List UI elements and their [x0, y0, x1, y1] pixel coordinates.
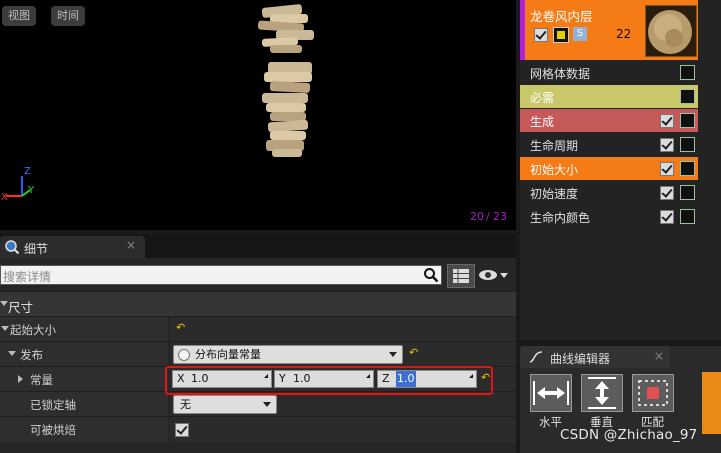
- fit-horizontal-button[interactable]: [530, 374, 572, 412]
- highlight-box: [165, 366, 493, 395]
- module-lifetime[interactable]: 生命周期: [520, 133, 698, 156]
- module-enabled-checkbox[interactable]: [660, 162, 674, 176]
- module-enabled-checkbox[interactable]: [660, 186, 674, 200]
- curve-graph-icon[interactable]: [680, 137, 695, 152]
- module-enabled-checkbox[interactable]: [660, 138, 674, 152]
- initial-size-row[interactable]: 起始大小 ↶: [0, 316, 516, 342]
- curve-graph-icon[interactable]: [680, 209, 695, 224]
- module-mesh-data[interactable]: 网格体数据: [520, 61, 698, 84]
- expand-icon[interactable]: [18, 375, 23, 383]
- curve-graph-icon[interactable]: [680, 185, 695, 200]
- curve-graph-icon[interactable]: [680, 113, 695, 128]
- can-bake-row[interactable]: 可被烘焙: [0, 416, 516, 442]
- emitter-color-stripe: [520, 0, 525, 60]
- fit-vertical-button[interactable]: [581, 374, 623, 412]
- time-button[interactable]: 时间: [51, 6, 85, 26]
- emitter-solo-icon[interactable]: [553, 27, 569, 43]
- module-color-over-life[interactable]: 生命内颜色: [520, 205, 698, 228]
- curve-graph-icon[interactable]: [680, 161, 695, 176]
- horizontal-fit-icon: [533, 381, 569, 405]
- emitter-enabled-checkbox[interactable]: [534, 28, 548, 42]
- curve-graph-icon[interactable]: [680, 89, 695, 104]
- fit-icon: [638, 380, 668, 406]
- vertical-fit-icon: [588, 377, 616, 409]
- tab-details[interactable]: 细节 ×: [0, 236, 145, 258]
- chevron-down-icon: [389, 352, 397, 357]
- collapse-icon[interactable]: [0, 301, 8, 306]
- locked-axes-value: 无: [180, 398, 191, 411]
- details-magnifier-icon: [5, 240, 20, 255]
- emitter-stack-panel: 龙卷风内层 S 22 网格体数据 必需 生成 生命周期 初始大小 初始速度 生命…: [520, 0, 721, 340]
- module-label: 生命内颜色: [530, 211, 591, 225]
- particle-total: 23: [493, 210, 507, 223]
- fit-horizontal-label: 水平: [539, 415, 562, 429]
- visibility-eye-icon[interactable]: [478, 268, 508, 282]
- module-label: 生命周期: [530, 139, 579, 153]
- view-button[interactable]: 视图: [2, 6, 36, 26]
- curve-extra-button[interactable]: [702, 372, 721, 434]
- particle-count-separator: /: [486, 210, 490, 223]
- tab-curve-editor[interactable]: 曲线编辑器 ×: [520, 346, 670, 368]
- category-size-label: 尺寸: [8, 300, 34, 315]
- reset-distribution-icon[interactable]: ↶: [409, 346, 418, 359]
- emitter-thumbnail: [645, 5, 697, 57]
- module-enabled-checkbox[interactable]: [660, 114, 674, 128]
- module-label: 初始大小: [530, 163, 579, 177]
- emitter-header[interactable]: 龙卷风内层 S 22: [520, 0, 698, 60]
- expand-icon[interactable]: [8, 351, 16, 356]
- details-tab-label: 细节: [24, 242, 49, 256]
- distribution-label: 发布: [20, 348, 43, 362]
- chevron-down-icon: [263, 402, 271, 407]
- initial-size-label: 起始大小: [10, 323, 56, 337]
- axis-y-label: Y: [28, 185, 35, 196]
- constant-label: 常量: [30, 373, 53, 387]
- can-bake-checkbox[interactable]: [175, 423, 189, 437]
- fit-all-button[interactable]: [632, 374, 674, 412]
- search-icon[interactable]: [423, 267, 439, 283]
- module-label: 生成: [530, 115, 555, 129]
- emitter-particle-count: 22: [616, 27, 632, 41]
- search-placeholder: 搜索详情: [3, 270, 52, 284]
- module-spawn[interactable]: 生成: [520, 109, 698, 132]
- module-label: 必需: [530, 91, 555, 105]
- grid-icon: [453, 269, 469, 283]
- locked-axes-dropdown[interactable]: 无: [173, 395, 277, 414]
- curve-editor-tab-label: 曲线编辑器: [550, 352, 611, 366]
- property-matrix-button[interactable]: [447, 264, 475, 288]
- module-initial-size[interactable]: 初始大小: [520, 157, 698, 180]
- details-tab-close-icon[interactable]: ×: [126, 238, 136, 252]
- module-label: 网格体数据: [530, 67, 591, 81]
- module-enabled-checkbox[interactable]: [660, 210, 674, 224]
- curve-graph-icon[interactable]: [680, 65, 695, 80]
- emitter-mode-badge[interactable]: S: [573, 27, 587, 41]
- module-initial-velocity[interactable]: 初始速度: [520, 181, 698, 204]
- distribution-value: 分布向量常量: [195, 348, 261, 361]
- expand-icon[interactable]: [1, 326, 9, 331]
- locked-axes-label: 已锁定轴: [30, 398, 76, 412]
- distribution-row[interactable]: 发布 分布向量常量 ↶: [0, 341, 516, 367]
- preview-viewport[interactable]: 视图 时间 Z Y X 20 / 23: [0, 0, 516, 230]
- watermark: CSDN @Zhichao_97: [560, 427, 698, 443]
- module-required[interactable]: 必需: [520, 85, 698, 108]
- axis-z-label: Z: [24, 166, 31, 177]
- distribution-dropdown[interactable]: 分布向量常量: [173, 345, 403, 364]
- details-panel: 细节 × 搜索详情 尺寸 起始大小 ↶ 发布 分布向量常量 ↶ 常量 X 1.0…: [0, 234, 516, 453]
- module-label: 初始速度: [530, 187, 579, 201]
- category-size-row[interactable]: 尺寸: [0, 291, 516, 317]
- emitter-name: 龙卷风内层: [530, 9, 593, 24]
- details-tab-bar: 细节 ×: [0, 234, 516, 258]
- can-bake-label: 可被烘焙: [30, 423, 76, 437]
- axis-x-label: X: [1, 192, 8, 203]
- search-details-input[interactable]: 搜索详情: [0, 265, 442, 285]
- particle-count: 20: [470, 210, 484, 223]
- reset-initial-size-icon[interactable]: ↶: [176, 321, 185, 334]
- distribution-type-icon: [178, 349, 190, 361]
- curve-editor-close-icon[interactable]: ×: [654, 349, 664, 363]
- curve-icon: [529, 351, 543, 363]
